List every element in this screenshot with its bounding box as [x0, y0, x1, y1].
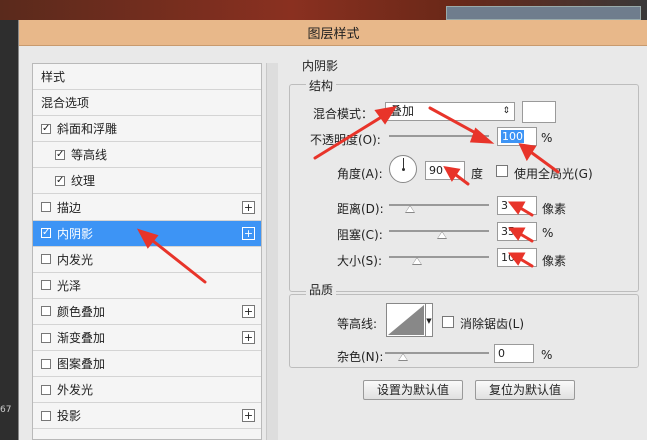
style-list-item[interactable]: 颜色叠加 + [33, 299, 261, 325]
style-list: 样式 混合选项 ✓ 斜面和浮雕 ✓ 等高线 ✓ 纹理 描边 + ✓ 内阴影 + 内发光 光泽 颜色叠加 + 渐变叠… [32, 63, 262, 440]
plus-icon[interactable]: + [242, 304, 255, 318]
size-slider-thumb[interactable] [412, 257, 422, 265]
style-list-item[interactable]: 图案叠加 [33, 351, 261, 378]
global-light-checkbox[interactable] [496, 165, 508, 177]
style-list-item-label: 颜色叠加 [57, 304, 106, 319]
choke-percent: % [542, 226, 554, 240]
distance-slider[interactable] [389, 204, 489, 206]
blend-mode-select[interactable]: 叠加 ⇕ [385, 102, 515, 121]
style-checkbox[interactable]: ✓ [41, 228, 51, 239]
style-list-item-label: 等高线 [71, 148, 108, 163]
size-label: 大小(S): [337, 254, 383, 268]
canvas-background-left: 67 [0, 20, 18, 440]
style-list-item[interactable]: ✓ 斜面和浮雕 [33, 116, 261, 143]
set-default-button[interactable]: 设置为默认值 [363, 380, 463, 400]
quality-label: 品质 [306, 281, 337, 298]
opacity-percent: % [541, 131, 553, 145]
style-list-item[interactable]: 内发光 [33, 247, 261, 273]
zoom-readout: 67 [0, 405, 12, 415]
style-checkbox[interactable] [41, 358, 51, 369]
contour-preview[interactable] [386, 303, 426, 337]
style-list-item[interactable]: 混合选项 [33, 90, 261, 117]
style-list-item[interactable]: 光泽 [33, 273, 261, 299]
noise-slider-thumb[interactable] [398, 353, 408, 361]
blend-mode-value: 叠加 [390, 104, 415, 118]
style-list-item-label: 纹理 [71, 174, 96, 189]
size-slider[interactable] [389, 256, 489, 258]
style-list-item[interactable]: 投影 + [33, 403, 261, 430]
style-checkbox[interactable] [41, 202, 51, 212]
up-down-arrow-icon: ⇕ [502, 106, 510, 116]
style-checkbox[interactable]: ✓ [55, 149, 65, 160]
style-checkbox[interactable] [41, 306, 51, 317]
style-list-item-label: 图案叠加 [57, 357, 106, 372]
reset-default-button[interactable]: 复位为默认值 [475, 380, 575, 400]
distance-unit: 像素 [542, 202, 567, 216]
choke-slider-thumb[interactable] [437, 231, 447, 239]
layer-thumbnail [446, 6, 641, 20]
style-list-item-label: 内发光 [57, 252, 94, 267]
style-checkbox[interactable] [41, 410, 51, 421]
style-checkbox[interactable] [41, 254, 51, 265]
style-list-item-label: 渐变叠加 [57, 331, 106, 345]
style-list-item[interactable]: ✓ 内阴影 + [33, 220, 261, 247]
style-list-item[interactable]: 渐变叠加 + [33, 325, 261, 351]
size-unit: 像素 [542, 254, 567, 268]
shadow-color-swatch[interactable] [522, 101, 556, 123]
choke-label: 阻塞(C): [337, 228, 383, 242]
style-list-item-label: 斜面和浮雕 [57, 122, 118, 137]
panel-title: 内阴影 [302, 59, 339, 73]
antialias-label: 消除锯齿(L) [460, 317, 525, 331]
opacity-label: 不透明度(O): [310, 133, 381, 147]
distance-slider-thumb[interactable] [405, 205, 415, 213]
dialog-title: 图层样式 [19, 20, 647, 46]
noise-percent: % [541, 348, 553, 362]
style-list-item[interactable]: 外发光 [33, 377, 261, 404]
style-checkbox[interactable] [41, 384, 51, 395]
angle-dial-icon[interactable] [389, 155, 417, 183]
structure-label: 结构 [306, 77, 337, 94]
angle-degree-unit: 度 [471, 167, 484, 181]
contour-label: 等高线: [337, 317, 378, 331]
distance-label: 距离(D): [337, 202, 384, 216]
angle-input[interactable]: 90 [425, 161, 465, 180]
style-list-item-label: 描边 [57, 200, 82, 215]
style-list-item-label: 光泽 [57, 278, 82, 293]
contour-curve-icon [388, 305, 424, 335]
chevron-down-icon[interactable]: ▼ [426, 303, 433, 337]
opacity-input[interactable]: 100 [497, 127, 537, 146]
distance-input[interactable]: 3 [497, 196, 537, 215]
style-list-scrollbar[interactable] [266, 63, 278, 440]
noise-input[interactable]: 0 [494, 344, 534, 363]
plus-icon[interactable]: + [242, 226, 255, 240]
style-list-item[interactable]: 样式 [33, 64, 261, 90]
style-list-item[interactable]: ✓ 纹理 [33, 168, 261, 195]
style-list-item[interactable]: 描边 + [33, 195, 261, 221]
angle-label: 角度(A): [337, 167, 383, 181]
antialias-checkbox[interactable] [442, 316, 454, 328]
plus-icon[interactable]: + [242, 200, 255, 214]
style-checkbox[interactable]: ✓ [41, 123, 51, 134]
style-checkbox[interactable]: ✓ [55, 175, 65, 186]
style-checkbox[interactable] [41, 332, 51, 343]
opacity-slider[interactable] [389, 135, 489, 137]
size-input[interactable]: 10 [497, 248, 537, 267]
blend-mode-label: 混合模式： [313, 107, 374, 121]
style-list-item-label: 外发光 [57, 383, 94, 398]
style-list-item-label: 投影 [57, 409, 82, 424]
style-list-item-label: 样式 [41, 70, 66, 84]
style-list-item-label: 内阴影 [57, 226, 94, 241]
plus-icon[interactable]: + [242, 409, 255, 423]
global-light-label: 使用全局光(G) [514, 167, 593, 181]
choke-input[interactable]: 35 [497, 222, 537, 241]
style-list-item-label: 混合选项 [41, 96, 90, 111]
plus-icon[interactable]: + [242, 331, 255, 344]
style-checkbox[interactable] [41, 280, 51, 291]
layer-style-dialog: 图层样式 样式混合选项 ✓ 斜面和浮雕 ✓ 等高线 ✓ 纹理描边 + ✓ 内阴影 + 内发光光泽颜色叠… [18, 20, 647, 440]
style-list-item[interactable]: ✓ 等高线 [33, 142, 261, 169]
noise-label: 杂色(N): [337, 350, 384, 364]
